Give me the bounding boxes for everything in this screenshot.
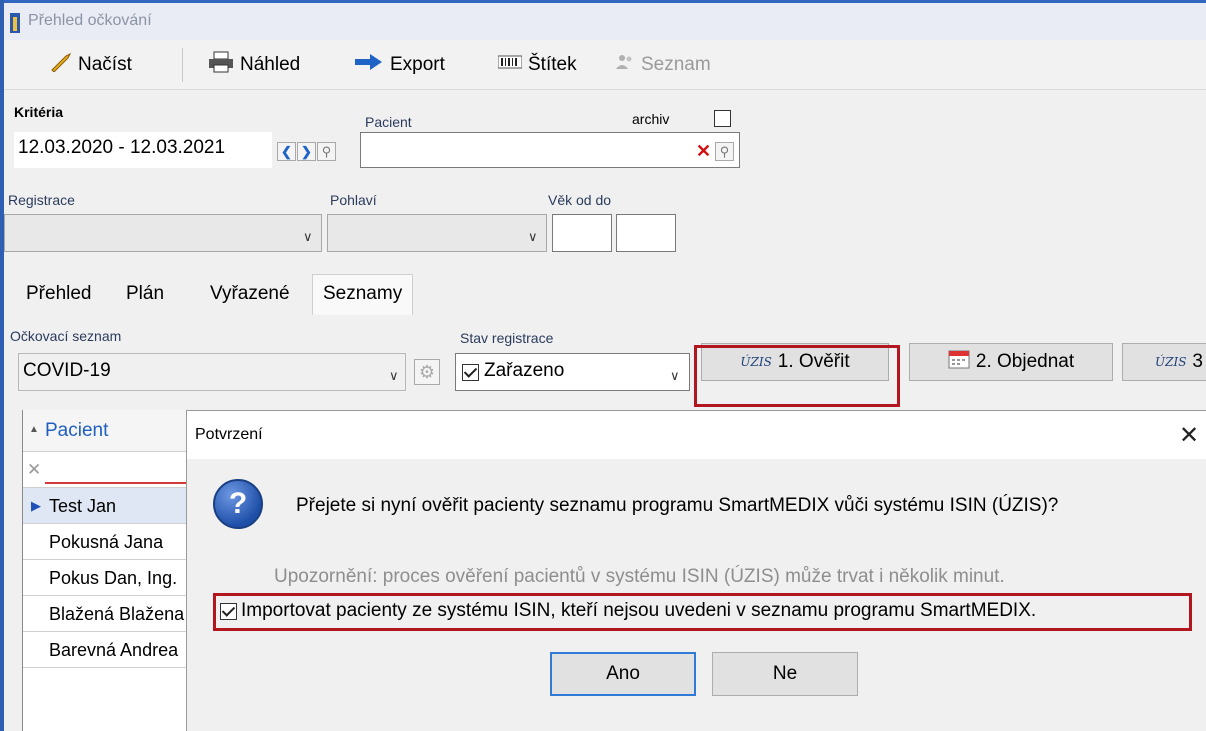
row-pacient: Barevná Andrea (49, 640, 179, 660)
chevron-down-icon: ∨ (389, 368, 399, 383)
toolbar: Načíst Náhled Export Štítek Seznam (4, 40, 1206, 90)
row-pacient: Pokus Dan, Ing. (49, 568, 178, 588)
export-label: Export (390, 54, 445, 75)
chevron-down-icon: ∨ (528, 229, 538, 244)
close-icon[interactable]: ✕ (1179, 421, 1199, 450)
date-search-icon[interactable]: ⚲ (317, 142, 336, 161)
objednat-button[interactable]: 2. Objednat (909, 343, 1113, 381)
stav-value: Zařazeno (484, 360, 565, 381)
vek-do-input[interactable] (616, 214, 676, 252)
ockovaci-label: Očkovací seznam (10, 328, 122, 344)
row-pacient: Blažená Blažena (49, 604, 185, 624)
current-row-icon: ▶ (31, 498, 41, 513)
load-icon (50, 52, 72, 78)
prev-period-button[interactable]: ❮ (277, 142, 296, 161)
table-row[interactable]: Pokus Dan, Ing. (23, 560, 198, 596)
dialog-titlebar: Potvrzení ✕ (187, 411, 1206, 459)
tab-bar: Přehled Plán Vyřazené Seznamy (4, 265, 1206, 315)
pacient-input[interactable] (360, 132, 740, 168)
date-range-field[interactable]: 12.03.2020 - 12.03.2021 (14, 132, 272, 168)
clear-icon[interactable]: ✕ (694, 141, 713, 161)
pohlavi-select[interactable]: ∨ (327, 214, 547, 252)
export-button[interactable]: Export (354, 52, 445, 78)
uzis-logo-icon: ÚZIS (1155, 355, 1187, 369)
pacient-search-icon[interactable]: ⚲ (715, 142, 734, 161)
criteria-panel: Kritéria 12.03.2020 - 12.03.2021 ❮ ❯ ⚲ P… (4, 90, 1206, 265)
gear-icon[interactable]: ⚙ (414, 359, 440, 385)
date-range-value: 12.03.2020 - 12.03.2021 (18, 137, 226, 158)
toolbar-separator (182, 48, 183, 82)
tab-seznamy[interactable]: Seznamy (312, 274, 414, 315)
table-row[interactable]: ▶ Test Jan (23, 488, 198, 524)
nahled-label: Náhled (240, 54, 301, 75)
window-title: Přehled očkování (28, 12, 152, 29)
patients-grid: ▲ Pacient ✕ ▶ Test Jan Pokusná Jana Poku… (22, 410, 198, 731)
nahled-button[interactable]: Náhled (208, 51, 301, 79)
tab-prehled[interactable]: Přehled (26, 283, 92, 305)
main-window: Přehled očkování Načíst Náhled Export Št… (0, 0, 1206, 731)
dialog-title: Potvrzení (195, 426, 263, 443)
seznam-button[interactable]: Seznam (615, 52, 711, 78)
printer-icon (208, 51, 234, 79)
objednat-label: 2. Objednat (975, 351, 1075, 372)
stav-select[interactable]: Zařazeno ∨ (455, 353, 690, 391)
grid-column-pacient[interactable]: Pacient (45, 420, 108, 442)
question-icon: ? (213, 479, 263, 529)
ockovaci-value: COVID-19 (23, 360, 111, 381)
row-pacient: Test Jan (49, 496, 117, 516)
dialog-note: Upozornění: proces ověření pacientů v sy… (274, 566, 1005, 587)
next-period-button[interactable]: ❯ (297, 142, 316, 161)
stav-label: Stav registrace (460, 330, 554, 346)
confirm-dialog: Potvrzení ✕ ? Přejete si nyní ověřit pac… (186, 410, 1206, 731)
highlight-overit (694, 345, 900, 407)
stitek-button[interactable]: Štítek (497, 52, 577, 78)
stav-check-icon (462, 364, 479, 381)
row-pacient: Pokusná Jana (49, 532, 164, 552)
ne-button[interactable]: Ne (712, 652, 858, 696)
filter-clear-icon[interactable]: ✕ (27, 460, 41, 480)
table-row[interactable]: Pokusná Jana (23, 524, 198, 560)
people-icon (615, 53, 635, 77)
grid-header: ▲ Pacient (23, 410, 198, 452)
ockovaci-select[interactable]: COVID-19 ∨ (18, 353, 406, 391)
dialog-message: Přejete si nyní ověřit pacienty seznamu … (296, 495, 1059, 516)
stitek-label: Štítek (528, 54, 577, 75)
arrow-right-icon (354, 53, 384, 77)
archiv-label: archiv (632, 111, 670, 127)
third-step-button[interactable]: ÚZIS 3 (1122, 343, 1206, 381)
vek-od-input[interactable] (552, 214, 612, 252)
nacist-label: Načíst (78, 54, 132, 75)
registrace-select[interactable]: ∨ (4, 214, 322, 252)
app-icon (10, 13, 20, 33)
chevron-down-icon: ∨ (303, 229, 313, 244)
registrace-label: Registrace (8, 192, 75, 208)
seznamy-panel: Očkovací seznam COVID-19 ∨ ⚙ Stav regist… (4, 315, 1206, 410)
tab-vyrazene[interactable]: Vyřazené (210, 283, 290, 305)
title-bar: Přehled očkování (4, 0, 1206, 40)
ano-button[interactable]: Ano (550, 652, 696, 696)
grid-filter-row: ✕ (23, 452, 198, 488)
table-row[interactable]: Barevná Andrea (23, 632, 198, 668)
grid-filter-input[interactable] (45, 456, 195, 484)
pohlavi-label: Pohlaví (330, 192, 377, 208)
vek-label: Věk od do (548, 192, 612, 208)
tab-plan[interactable]: Plán (126, 283, 164, 305)
third-step-label: 3 (1192, 351, 1203, 372)
archiv-checkbox[interactable] (714, 110, 731, 127)
sort-asc-icon: ▲ (29, 424, 39, 435)
barcode-icon (497, 54, 523, 76)
calendar-icon (948, 349, 970, 375)
nacist-button[interactable]: Načíst (50, 52, 132, 78)
criteria-heading: Kritéria (14, 104, 64, 120)
table-row[interactable]: Blažená Blažena (23, 596, 198, 632)
chevron-down-icon: ∨ (670, 368, 680, 383)
pacient-label: Pacient (365, 114, 412, 130)
seznam-label: Seznam (641, 54, 711, 75)
highlight-import (213, 593, 1192, 631)
